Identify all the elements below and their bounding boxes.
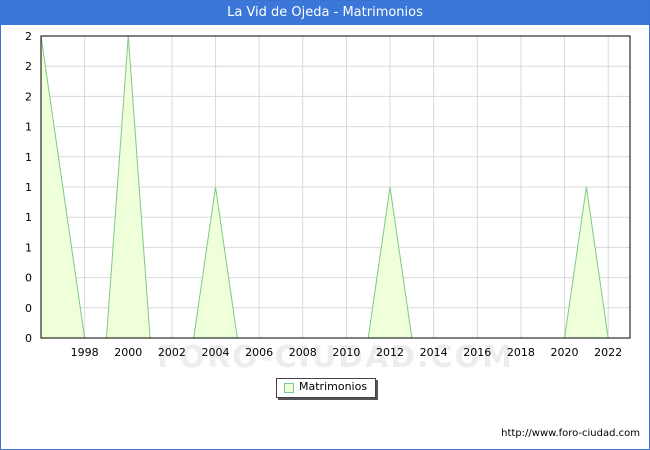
y-tick-label: 1: [25, 241, 32, 254]
y-tick-label: 0: [25, 332, 32, 345]
x-tick-label: 1998: [71, 346, 99, 359]
y-tick-label: 0: [25, 272, 32, 285]
y-tick-label: 2: [25, 90, 32, 103]
x-tick-label: 2008: [289, 346, 317, 359]
y-tick-label: 2: [25, 30, 32, 43]
chart-frame: La Vid de Ojeda - Matrimonios FORO-CIUDA…: [0, 0, 650, 450]
x-tick-label: 2010: [332, 346, 360, 359]
y-tick-label: 1: [25, 181, 32, 194]
legend-swatch: [284, 383, 294, 393]
y-tick-label: 2: [25, 60, 32, 73]
legend: Matrimonios: [276, 378, 376, 398]
x-tick-label: 2006: [245, 346, 273, 359]
x-tick-label: 2012: [376, 346, 404, 359]
legend-label: Matrimonios: [299, 380, 368, 393]
x-tick-label: 2002: [158, 346, 186, 359]
source-url: http://www.foro-ciudad.com: [501, 428, 640, 439]
x-tick-label: 2000: [114, 346, 142, 359]
x-tick-label: 2016: [463, 346, 491, 359]
x-tick-label: 2020: [551, 346, 579, 359]
y-tick-label: 1: [25, 151, 32, 164]
x-tick-label: 2022: [594, 346, 622, 359]
y-tick-label: 1: [25, 211, 32, 224]
y-tick-label: 0: [25, 302, 32, 315]
x-tick-label: 2018: [507, 346, 535, 359]
x-tick-label: 2004: [202, 346, 230, 359]
y-tick-label: 1: [25, 121, 32, 134]
x-tick-label: 2014: [420, 346, 448, 359]
